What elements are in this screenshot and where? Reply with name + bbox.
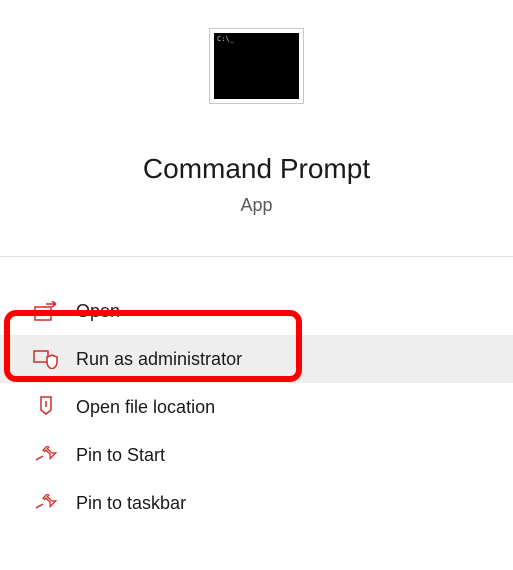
action-open-file-location[interactable]: Open file location (0, 383, 513, 431)
open-icon (32, 300, 60, 322)
app-header: C:\_ Command Prompt App (0, 0, 513, 256)
action-label: Open (76, 301, 120, 322)
action-label: Pin to taskbar (76, 493, 186, 514)
app-title: Command Prompt (0, 153, 513, 185)
pin-icon (32, 444, 60, 466)
app-subtitle: App (0, 195, 513, 216)
app-icon: C:\_ (209, 28, 304, 104)
action-open[interactable]: Open (0, 287, 513, 335)
folder-icon (32, 396, 60, 418)
action-pin-to-taskbar[interactable]: Pin to taskbar (0, 479, 513, 527)
admin-shield-icon (32, 348, 60, 370)
action-label: Pin to Start (76, 445, 165, 466)
action-run-as-administrator[interactable]: Run as administrator (0, 335, 513, 383)
pin-icon (32, 492, 60, 514)
action-pin-to-start[interactable]: Pin to Start (0, 431, 513, 479)
action-label: Run as administrator (76, 349, 242, 370)
actions-list: Open Run as administrator Open file loca… (0, 257, 513, 527)
cmd-prompt-glyph: C:\_ (217, 35, 234, 43)
action-label: Open file location (76, 397, 215, 418)
